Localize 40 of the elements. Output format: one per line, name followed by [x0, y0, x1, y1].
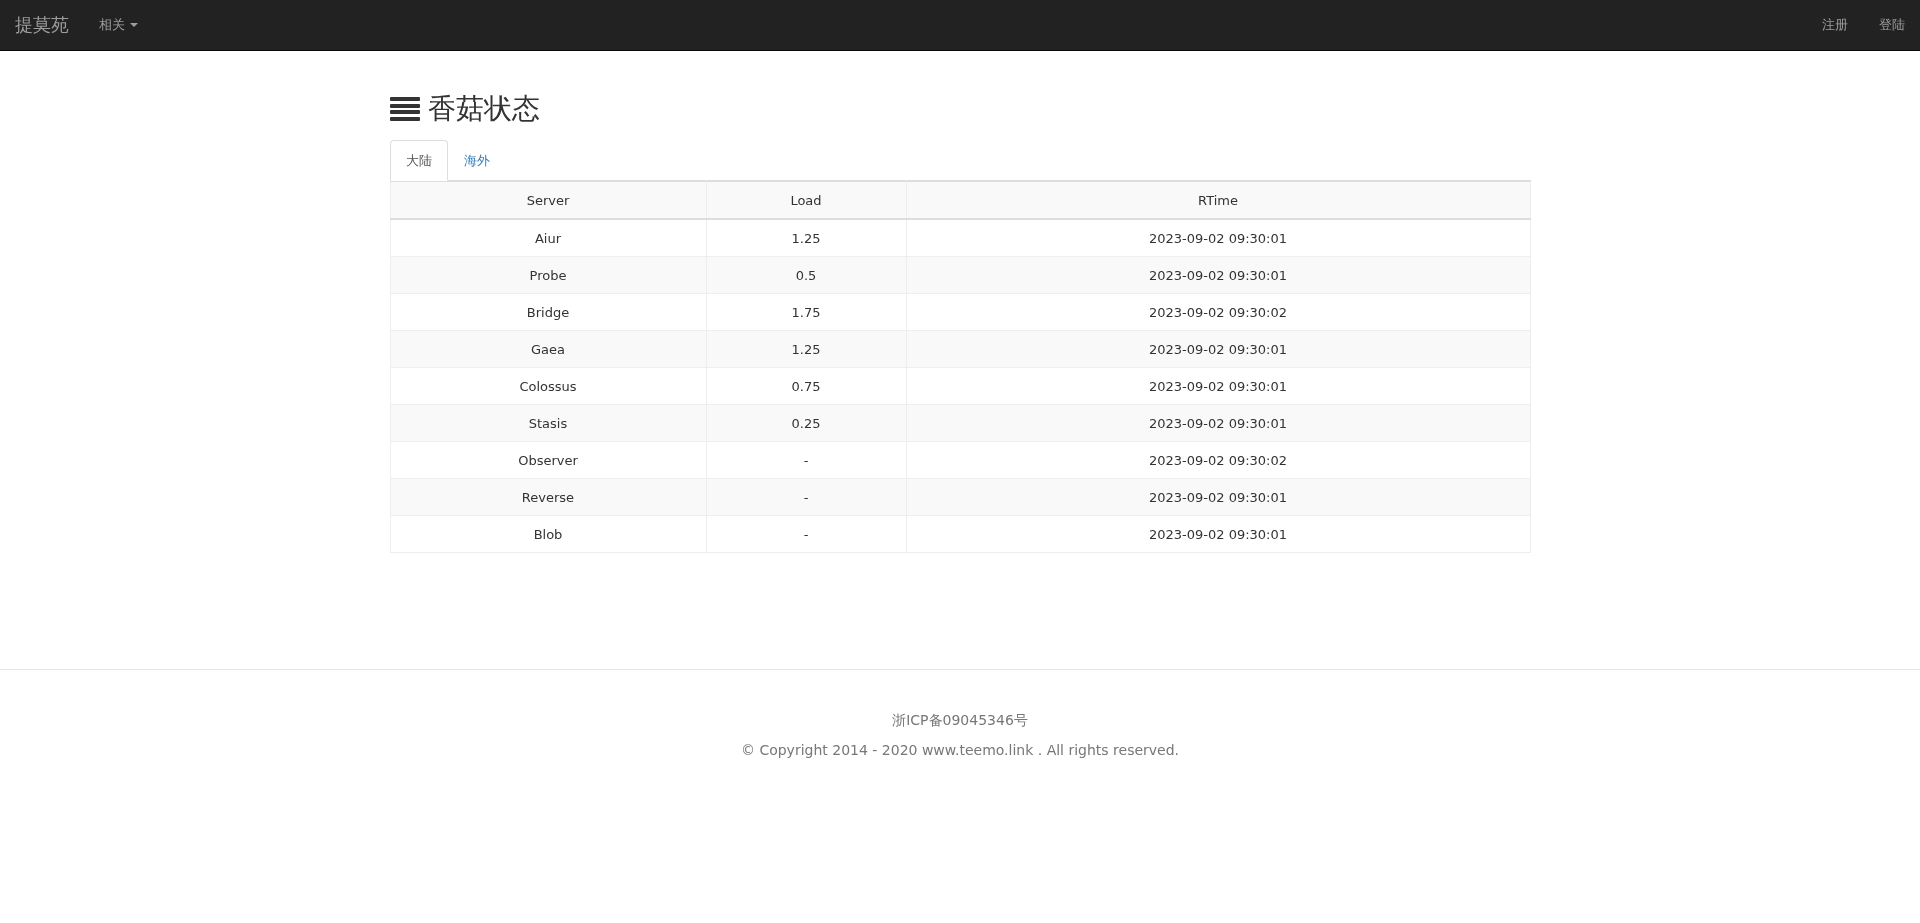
table-cell: Gaea — [390, 330, 706, 368]
table-cell: 2023-09-02 09:30:02 — [906, 293, 1530, 331]
nav-link[interactable]: 注册 — [1822, 16, 1848, 34]
page-title: 香菇状态 — [427, 91, 540, 127]
table-cell: 2023-09-02 09:30:01 — [906, 404, 1530, 442]
table-cell: - — [706, 441, 906, 479]
table-cell: 2023-09-02 09:30:01 — [906, 330, 1530, 368]
column-header: Server — [390, 181, 706, 219]
table-cell: - — [706, 478, 906, 516]
table-cell: 2023-09-02 09:30:01 — [906, 219, 1530, 257]
table-cell: 0.75 — [706, 367, 906, 405]
list-icon — [389, 97, 420, 121]
table-cell: Colossus — [390, 367, 706, 405]
table-cell: 1.25 — [706, 330, 906, 368]
license-text: 浙ICP备09045346号 — [891, 712, 1029, 730]
column-header: Load — [706, 181, 906, 219]
tab[interactable]: 大陆 — [389, 140, 448, 181]
column-header: RTime — [906, 181, 1530, 219]
copyright-text: © Copyright 2014 - 2020 www.teemo.link . All rights reserved. — [739, 742, 1181, 758]
nav-link[interactable]: 登陆 — [1879, 16, 1905, 34]
table-cell: Reverse — [390, 478, 706, 516]
table-cell: 0.5 — [706, 256, 906, 294]
menu-link[interactable]: 相关 — [99, 16, 138, 34]
table-cell: 1.75 — [706, 293, 906, 331]
table-cell: Observer — [390, 441, 706, 479]
table-cell: Bridge — [390, 293, 706, 331]
table-cell: 2023-09-02 09:30:01 — [906, 478, 1530, 516]
tab[interactable]: 海外 — [447, 140, 506, 181]
site-brand[interactable]: 提莫苑 — [15, 13, 69, 37]
table-cell: Blob — [390, 515, 706, 553]
table-cell: - — [706, 515, 906, 553]
table-cell: 0.25 — [706, 404, 906, 442]
table-cell: 2023-09-02 09:30:01 — [906, 367, 1530, 405]
table-cell: Stasis — [390, 404, 706, 442]
table-cell: Probe — [390, 256, 706, 294]
table-cell: Aiur — [390, 219, 706, 257]
table-cell: 2023-09-02 09:30:02 — [906, 441, 1530, 479]
table-cell: 2023-09-02 09:30:01 — [906, 256, 1530, 294]
table-cell: 1.25 — [706, 219, 906, 257]
table-cell: 2023-09-02 09:30:01 — [906, 515, 1530, 553]
